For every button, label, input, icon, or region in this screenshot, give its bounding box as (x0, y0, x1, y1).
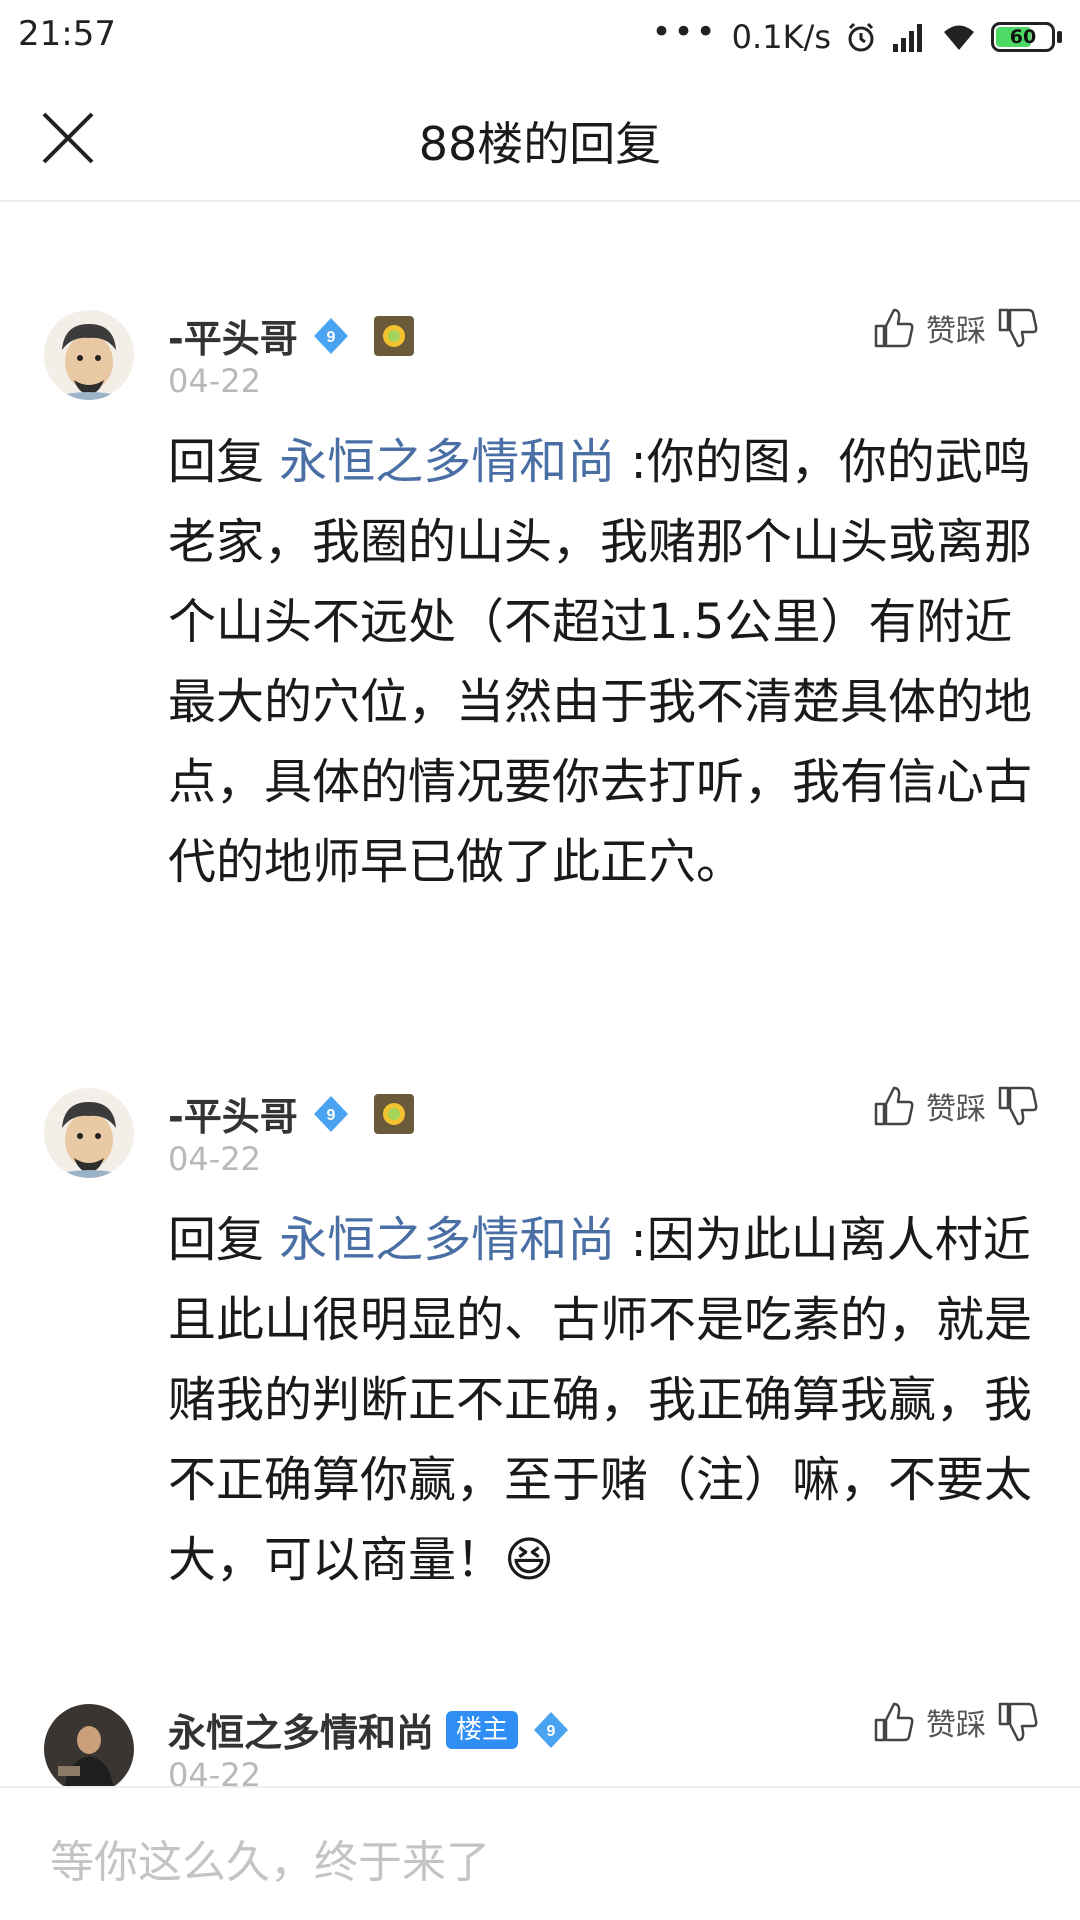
reply-input-bar: 等你这么久，终于来了 (0, 1786, 1080, 1920)
battery-cap (1057, 31, 1062, 43)
level-badge-icon: 9 (313, 1095, 348, 1132)
title-bar: 88楼的回复 (0, 74, 1080, 202)
owner-badge: 楼主 (446, 1710, 519, 1749)
alarm-icon (848, 22, 874, 52)
username-row: -平头哥 9 (168, 308, 414, 363)
vote-label: 赞踩 (926, 1092, 986, 1127)
reply-content: 回复 永恒之多情和尚 :你的图，你的武鸣老家，我圈的山头，我赌那个山头或离那个山… (168, 422, 1038, 902)
level-number: 9 (326, 329, 335, 346)
page-title: 88楼的回复 (418, 117, 662, 171)
vote-controls: 赞踩 (872, 306, 1040, 350)
level-badge-icon: 9 (313, 317, 348, 354)
reply-prefix: 回复 (168, 434, 280, 490)
medal-icon (373, 1093, 414, 1134)
username[interactable]: -平头哥 (168, 1086, 298, 1141)
battery-indicator: 60 (991, 22, 1062, 52)
level-badge-icon: 9 (534, 1711, 569, 1748)
wifi-icon (944, 25, 974, 50)
avatar[interactable] (44, 1704, 134, 1794)
thumbs-down-icon[interactable] (996, 1700, 1040, 1744)
status-time: 21:57 (18, 14, 116, 54)
reply-text: :因为此山离人村近且此山很明显的、古师不是吃素的，就是赌我的判断正不正确，我正确… (168, 1212, 1033, 1588)
username[interactable]: 永恒之多情和尚 (168, 1702, 434, 1757)
avatar[interactable] (44, 1088, 134, 1178)
vote-label: 赞踩 (926, 1708, 986, 1743)
network-speed: 0.1K/s (731, 18, 831, 56)
medal-icon (373, 315, 414, 356)
username[interactable]: -平头哥 (168, 308, 298, 363)
reply-prefix: 回复 (168, 1212, 280, 1268)
signal-icon (893, 24, 922, 52)
username-row: -平头哥 9 (168, 1086, 414, 1141)
avatar[interactable] (44, 310, 134, 400)
reply-text: :你的图，你的武鸣老家，我圈的山头，我赌那个山头或离那个山头不远处（不超过1.5… (168, 434, 1033, 890)
level-number: 9 (326, 1107, 335, 1124)
thumbs-up-icon[interactable] (872, 306, 916, 350)
status-bar: 21:57 ••• 0.1K/s 60 (0, 0, 1080, 74)
reply-date: 04-22 (168, 362, 261, 400)
reply-content: 回复 永恒之多情和尚 :因为此山离人村近且此山很明显的、古师不是吃素的，就是赌我… (168, 1200, 1038, 1600)
thumbs-up-icon[interactable] (872, 1700, 916, 1744)
laughing-emoji-icon: 😆 (504, 1532, 555, 1588)
thumbs-down-icon[interactable] (996, 1084, 1040, 1128)
vote-label: 赞踩 (926, 314, 986, 349)
reply-date: 04-22 (168, 1140, 261, 1178)
status-icons: ••• 0.1K/s 60 (651, 12, 1062, 60)
level-number: 9 (547, 1723, 556, 1740)
mention-link[interactable]: 永恒之多情和尚 (279, 1212, 615, 1268)
battery-icon: 60 (991, 22, 1055, 52)
battery-level-text: 60 (1009, 26, 1037, 48)
reply-input[interactable]: 等你这么久，终于来了 (50, 1826, 490, 1890)
thumbs-up-icon[interactable] (872, 1084, 916, 1128)
more-dots-icon: ••• (651, 12, 718, 52)
vote-controls: 赞踩 (872, 1700, 1040, 1744)
vote-controls: 赞踩 (872, 1084, 1040, 1128)
thumbs-down-icon[interactable] (996, 306, 1040, 350)
mention-link[interactable]: 永恒之多情和尚 (279, 434, 615, 490)
username-row: 永恒之多情和尚 楼主 9 (168, 1702, 572, 1757)
